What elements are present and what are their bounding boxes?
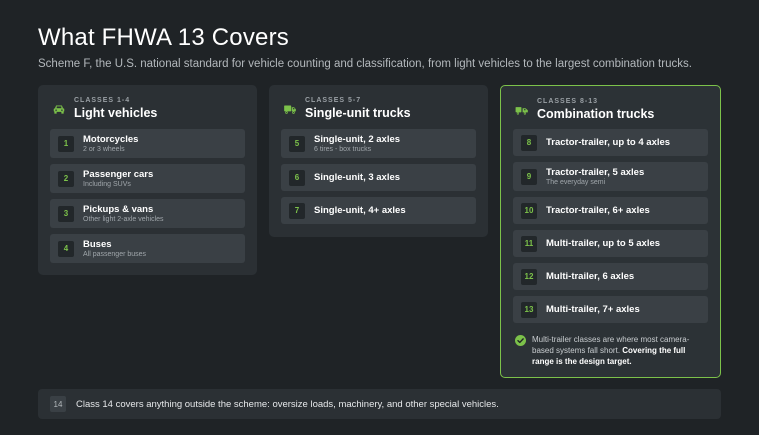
class-description: 2 or 3 wheels — [83, 146, 125, 153]
class-label: Single-unit, 3 axles — [314, 172, 401, 183]
class-row-13: 13 Multi-trailer, 7+ axles — [513, 296, 708, 323]
class-label: Pickups & vans — [83, 204, 154, 215]
class-row-2: 2 Passenger cars Including SUVs — [50, 164, 245, 193]
footer-text: Class 14 covers anything outside the sch… — [76, 398, 499, 410]
class-label: Multi-trailer, 6 axles — [546, 271, 635, 282]
card-eyebrow: CLASSES 1-4 — [74, 97, 131, 104]
truck-icon — [284, 105, 296, 114]
class-number-badge: 7 — [289, 202, 305, 219]
check-circle-icon — [515, 335, 526, 346]
class-number-badge: 8 — [521, 134, 537, 151]
class-label: Buses — [83, 239, 112, 250]
class-number-badge: 10 — [521, 202, 537, 219]
class-row-8: 8 Tractor-trailer, up to 4 axles — [513, 129, 708, 156]
class-number-badge: 2 — [58, 170, 74, 187]
class-row-7: 7 Single-unit, 4+ axles — [281, 197, 476, 224]
class-14-footer: 14 Class 14 covers anything outside the … — [38, 389, 721, 419]
car-icon — [53, 105, 65, 114]
card-eyebrow: CLASSES 5-7 — [305, 97, 362, 104]
class-row-9: 9 Tractor-trailer, 5 axles The everyday … — [513, 162, 708, 191]
class-label: Multi-trailer, up to 5 axles — [546, 238, 661, 249]
class-number-badge: 6 — [289, 169, 305, 186]
card-title: Single-unit trucks — [305, 106, 411, 120]
page-title: What FHWA 13 Covers — [38, 24, 289, 51]
class-number-badge: 3 — [58, 205, 74, 222]
card-title: Light vehicles — [74, 106, 158, 120]
class-number-badge: 4 — [58, 240, 74, 257]
class-label: Single-unit, 2 axles — [314, 134, 401, 145]
class-description: The everyday semi — [546, 179, 606, 186]
class-label: Multi-trailer, 7+ axles — [546, 304, 640, 315]
class-row-1: 1 Motorcycles 2 or 3 wheels — [50, 129, 245, 158]
class-description: Other light 2-axle vehicles — [83, 216, 164, 223]
class-description: 6 tires - box trucks — [314, 146, 372, 153]
class-row-6: 6 Single-unit, 3 axles — [281, 164, 476, 191]
class-label: Tractor-trailer, 6+ axles — [546, 205, 650, 216]
class-row-4: 4 Buses All passenger buses — [50, 234, 245, 263]
class-number-badge: 13 — [521, 301, 537, 318]
card-single-unit-trucks: CLASSES 5-7 Single-unit trucks 5 Single-… — [269, 85, 488, 237]
class-label: Tractor-trailer, 5 axles — [546, 167, 645, 178]
combination-truck-icon — [515, 106, 528, 115]
class-label: Tractor-trailer, up to 4 axles — [546, 137, 671, 148]
class-description: Including SUVs — [83, 181, 131, 188]
class-number-badge: 11 — [521, 235, 537, 252]
class-number-badge: 14 — [50, 396, 66, 412]
class-row-11: 11 Multi-trailer, up to 5 axles — [513, 230, 708, 257]
class-label: Passenger cars — [83, 169, 154, 180]
class-row-12: 12 Multi-trailer, 6 axles — [513, 263, 708, 290]
card-title: Combination trucks — [537, 107, 655, 121]
class-number-badge: 12 — [521, 268, 537, 285]
class-row-10: 10 Tractor-trailer, 6+ axles — [513, 197, 708, 224]
page-subtitle: Scheme F, the U.S. national standard for… — [38, 58, 692, 70]
class-label: Motorcycles — [83, 134, 139, 145]
class-row-5: 5 Single-unit, 2 axles 6 tires - box tru… — [281, 129, 476, 158]
card-combination-trucks: CLASSES 8-13 Combination trucks 8 Tracto… — [500, 85, 721, 378]
class-row-3: 3 Pickups & vans Other light 2-axle vehi… — [50, 199, 245, 228]
class-description: All passenger buses — [83, 251, 147, 258]
card-light-vehicles: CLASSES 1-4 Light vehicles 1 Motorcycles… — [38, 85, 257, 275]
class-label: Single-unit, 4+ axles — [314, 205, 406, 216]
design-note: Multi-trailer classes are where most cam… — [515, 334, 706, 367]
class-number-badge: 1 — [58, 135, 74, 152]
design-note-text: Multi-trailer classes are where most cam… — [532, 334, 706, 367]
class-number-badge: 5 — [289, 135, 305, 152]
card-eyebrow: CLASSES 8-13 — [537, 98, 599, 105]
class-number-badge: 9 — [521, 168, 537, 185]
